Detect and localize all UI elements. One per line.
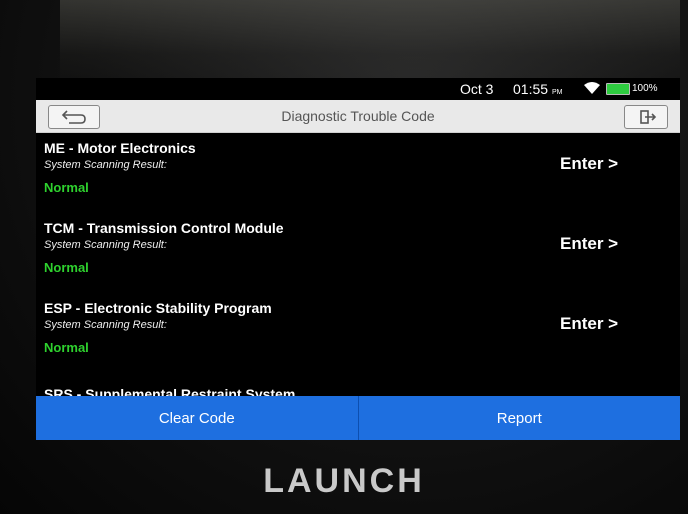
clear-code-button[interactable]: Clear Code <box>36 396 359 440</box>
status-time: 01:55 PM <box>513 81 563 97</box>
scan-result-value: Normal <box>44 260 89 275</box>
system-name: ESP - Electronic Stability Program <box>44 300 272 316</box>
scan-result-label: System Scanning Result: <box>44 159 167 171</box>
status-date: Oct 3 <box>460 81 494 97</box>
battery-icon <box>606 83 630 95</box>
brand-logo: LAUNCH <box>263 462 425 500</box>
system-item[interactable]: TCM - Transmission Control Module System… <box>44 218 674 298</box>
scan-result-value: Normal <box>44 180 89 195</box>
scan-result-value: Normal <box>44 340 89 355</box>
exit-button[interactable] <box>624 105 668 129</box>
enter-button[interactable]: Enter > <box>560 234 618 254</box>
enter-button[interactable]: Enter > <box>560 154 618 174</box>
screen: Oct 3 01:55 PM 100% Diagnostic Trouble C… <box>36 78 680 440</box>
title-bar: Diagnostic Trouble Code <box>36 100 680 133</box>
page-title: Diagnostic Trouble Code <box>281 108 435 124</box>
exit-icon <box>640 110 657 124</box>
system-item[interactable]: ESP - Electronic Stability Program Syste… <box>44 298 674 378</box>
system-list: ME - Motor Electronics System Scanning R… <box>36 132 680 400</box>
system-name: TCM - Transmission Control Module <box>44 220 284 236</box>
system-item[interactable]: ME - Motor Electronics System Scanning R… <box>44 138 674 218</box>
device-bezel: Oct 3 01:55 PM 100% Diagnostic Trouble C… <box>0 0 688 514</box>
report-button[interactable]: Report <box>358 396 680 440</box>
system-name: ME - Motor Electronics <box>44 140 196 156</box>
status-bar: Oct 3 01:55 PM 100% <box>36 78 680 100</box>
wifi-icon <box>584 82 600 94</box>
scan-result-label: System Scanning Result: <box>44 239 167 251</box>
enter-button[interactable]: Enter > <box>560 314 618 334</box>
glare-reflection <box>60 0 680 90</box>
scan-result-label: System Scanning Result: <box>44 319 167 331</box>
action-bar: Clear Code Report <box>36 396 680 440</box>
battery-percent: 100% <box>632 83 658 94</box>
